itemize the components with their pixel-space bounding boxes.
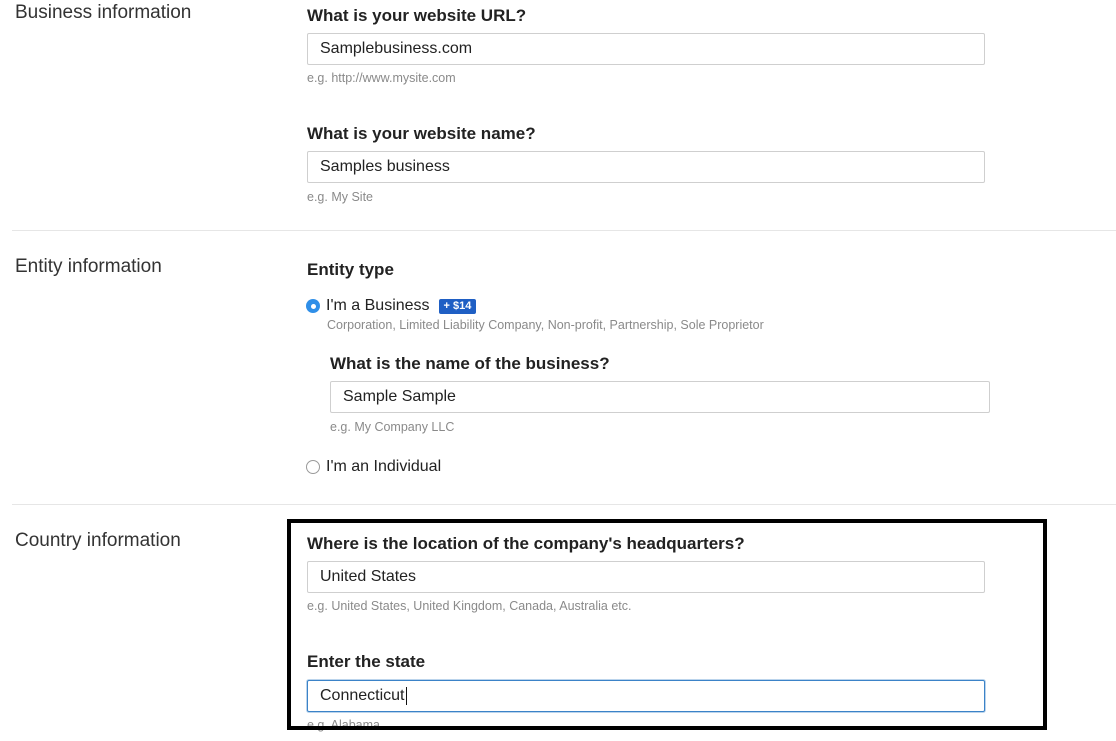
state-hint: e.g. Alabama [307,718,380,732]
business-radio-option[interactable]: I'm a Business + $14 [306,297,477,315]
business-option-description: Corporation, Limited Liability Company, … [327,318,764,332]
section-divider [12,230,1116,231]
state-input[interactable] [307,680,985,712]
website-url-hint: e.g. http://www.mysite.com [307,71,456,85]
text-caret [406,687,407,705]
entity-type-label: Entity type [307,260,394,279]
website-url-label: What is your website URL? [307,6,527,25]
hq-location-hint: e.g. United States, United Kingdom, Cana… [307,599,632,613]
business-name-label: What is the name of the business? [330,354,610,373]
hq-location-label: Where is the location of the company's h… [307,534,745,553]
website-name-input[interactable] [307,151,985,183]
individual-radio-label: I'm an Individual [326,458,442,475]
business-radio-label: I'm a Business [326,297,430,314]
state-label: Enter the state [307,652,426,671]
individual-radio-button[interactable] [306,460,320,474]
section-divider [12,504,1116,505]
website-url-input[interactable] [307,33,985,65]
country-info-section-title: Country information [15,530,181,551]
form-page: Business information What is your websit… [0,0,1116,741]
business-info-section-title: Business information [15,2,192,23]
website-name-hint: e.g. My Site [307,190,373,204]
individual-radio-option[interactable]: I'm an Individual [306,458,441,476]
business-name-input[interactable] [330,381,990,413]
hq-location-input[interactable] [307,561,985,593]
business-name-hint: e.g. My Company LLC [330,420,455,434]
entity-info-section-title: Entity information [15,256,162,277]
business-radio-button[interactable] [306,299,320,313]
website-name-label: What is your website name? [307,124,536,143]
price-badge: + $14 [438,298,477,314]
